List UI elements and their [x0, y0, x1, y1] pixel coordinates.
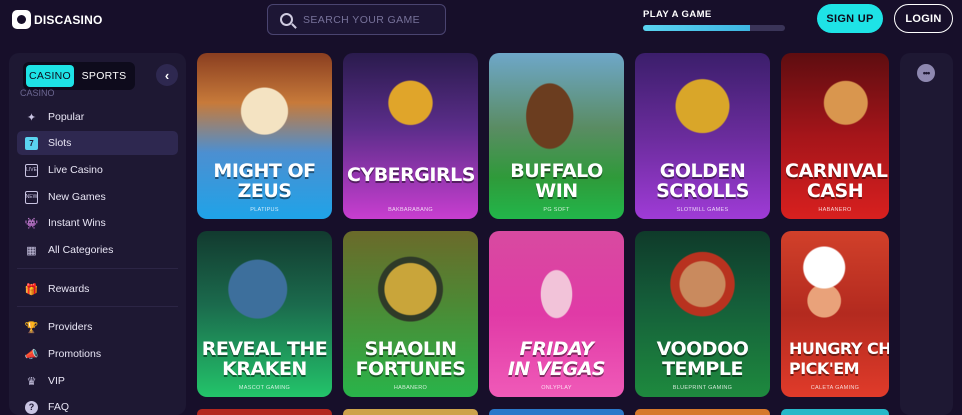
- sidebar-item-label: VIP: [48, 375, 65, 387]
- game-provider: HABANERO: [818, 207, 852, 213]
- sidebar-item-vip[interactable]: ♛ VIP: [17, 369, 178, 393]
- casino-sports-tabs: CASINO SPORTS: [23, 62, 135, 90]
- sidebar-item-label: New Games: [48, 191, 106, 203]
- gift-icon: 🎁: [24, 283, 39, 296]
- game-title: REVEAL THE KRAKEN: [201, 338, 328, 380]
- game-provider: SLOTMILL GAMES: [676, 207, 729, 213]
- game-card-cybergirls[interactable]: CYBERGIRLS BAKBARABANG: [343, 53, 478, 219]
- search-input[interactable]: SEARCH YOUR GAME: [267, 4, 446, 35]
- game-title: BUFFALO WIN: [510, 160, 603, 202]
- sidebar-item-promotions[interactable]: 📣 Promotions: [17, 342, 178, 366]
- game-card-shaolin-fortunes[interactable]: SHAOLIN FORTUNES HABANERO: [343, 231, 478, 397]
- sidebar-item-providers[interactable]: 🏆 Providers: [17, 315, 178, 339]
- game-provider: BLUEPRINT GAMING: [672, 385, 733, 391]
- game-provider: PLATIPUS: [250, 207, 279, 213]
- game-card-partial[interactable]: [197, 409, 332, 415]
- search-placeholder: SEARCH YOUR GAME: [303, 13, 421, 26]
- trophy-icon: 🏆: [24, 321, 39, 334]
- game-title: HUNGRY CHE PICK'EM: [789, 339, 889, 378]
- sidebar-item-label: Popular: [48, 111, 85, 123]
- sign-up-button[interactable]: SIGN UP: [817, 4, 883, 33]
- game-grid: MIGHT OF ZEUS PLATIPUS CYBERGIRLS BAKBAR…: [197, 53, 889, 415]
- sidebar-item-label: Instant Wins: [48, 217, 106, 229]
- game-card-reveal-the-kraken[interactable]: REVEAL THE KRAKEN MASCOT GAMING: [197, 231, 332, 397]
- game-provider: HABANERO: [393, 385, 428, 391]
- sidebar-item-label: Providers: [48, 321, 93, 333]
- game-provider: PG SOFT: [543, 207, 570, 213]
- sidebar-item-label: Rewards: [48, 283, 90, 295]
- megaphone-icon: 📣: [24, 348, 39, 361]
- game-art: [343, 53, 478, 219]
- sidebar-item-all-categories[interactable]: ▦ All Categories: [17, 238, 178, 262]
- progress-bar: [643, 25, 785, 31]
- sidebar: CASINO SPORTS ‹ CASINO ✦ Popular 7 Slots…: [9, 53, 186, 415]
- game-card-friday-in-vegas[interactable]: FRIDAY IN VEGAS ONLYPLAY: [489, 231, 624, 397]
- sidebar-item-label: FAQ: [48, 401, 70, 413]
- right-panel: •••: [900, 53, 953, 415]
- game-card-hungry-chef-pickem[interactable]: HUNGRY CHE PICK'EM CALETA GAMING: [781, 231, 889, 397]
- section-label: CASINO: [20, 88, 55, 98]
- divider: [17, 268, 178, 269]
- sidebar-item-label: Live Casino: [48, 164, 103, 176]
- top-bar: DISCASINO SEARCH YOUR GAME PLAY A GAME S…: [0, 0, 962, 40]
- crown-icon: ♛: [26, 375, 37, 388]
- game-card-partial[interactable]: [489, 409, 624, 415]
- tab-casino[interactable]: CASINO: [26, 65, 74, 87]
- live-icon: LIVE: [25, 163, 38, 177]
- game-provider: MASCOT GAMING: [238, 385, 291, 391]
- game-title: FRIDAY IN VEGAS: [507, 338, 606, 380]
- play-label: PLAY A GAME: [643, 9, 712, 20]
- collapse-sidebar-button[interactable]: ‹: [156, 64, 178, 86]
- divider: [17, 306, 178, 307]
- sidebar-item-new-games[interactable]: NEW New Games: [17, 185, 178, 209]
- slot-machine-icon: 7: [25, 136, 38, 150]
- game-title: MIGHT OF ZEUS: [213, 160, 316, 202]
- sidebar-item-faq[interactable]: ? FAQ: [17, 395, 178, 415]
- progress-fill: [643, 25, 750, 31]
- grid-icon: ▦: [26, 244, 37, 257]
- game-title: CARNIVAL CASH: [785, 160, 888, 202]
- game-provider: ONLYPLAY: [541, 385, 572, 391]
- game-card-golden-scrolls[interactable]: GOLDEN SCROLLS SLOTMILL GAMES: [635, 53, 770, 219]
- game-provider: CALETA GAMING: [810, 385, 860, 391]
- play-progress: PLAY A GAME: [643, 9, 785, 31]
- sidebar-item-instant-wins[interactable]: 👾 Instant Wins: [17, 211, 178, 235]
- game-card-partial[interactable]: [635, 409, 770, 415]
- question-icon: ?: [25, 400, 38, 414]
- logo[interactable]: DISCASINO: [12, 10, 102, 29]
- game-title: VOODOO TEMPLE: [656, 338, 749, 380]
- game-card-carnival-cash[interactable]: CARNIVAL CASH HABANERO: [781, 53, 889, 219]
- game-card-buffalo-win[interactable]: BUFFALO WIN PG SOFT: [489, 53, 624, 219]
- chat-icon[interactable]: •••: [917, 64, 935, 82]
- login-button[interactable]: LOGIN: [894, 4, 953, 33]
- game-card-partial[interactable]: [343, 409, 478, 415]
- game-provider: BAKBARABANG: [388, 207, 433, 213]
- sidebar-item-label: Promotions: [48, 348, 102, 360]
- game-card-might-of-zeus[interactable]: MIGHT OF ZEUS PLATIPUS: [197, 53, 332, 219]
- sidebar-item-popular[interactable]: ✦ Popular: [17, 105, 178, 129]
- invader-icon: 👾: [24, 217, 39, 230]
- new-badge-icon: NEW: [25, 190, 38, 204]
- sidebar-item-slots[interactable]: 7 Slots: [17, 131, 178, 155]
- sidebar-item-label: Slots: [48, 137, 72, 149]
- sidebar-item-live-casino[interactable]: LIVE Live Casino: [17, 158, 178, 182]
- game-title: CYBERGIRLS: [347, 164, 475, 186]
- sparkle-icon: ✦: [26, 111, 37, 124]
- logo-mark-icon: [12, 10, 31, 29]
- tab-sports[interactable]: SPORTS: [78, 65, 130, 87]
- game-title: GOLDEN SCROLLS: [656, 160, 749, 202]
- sidebar-item-label: All Categories: [48, 244, 114, 256]
- game-title: SHAOLIN FORTUNES: [355, 338, 466, 380]
- search-icon: [280, 13, 293, 26]
- game-card-voodoo-temple[interactable]: VOODOO TEMPLE BLUEPRINT GAMING: [635, 231, 770, 397]
- sidebar-item-rewards[interactable]: 🎁 Rewards: [17, 277, 178, 301]
- chevron-left-icon: ‹: [164, 67, 170, 83]
- logo-text: DISCASINO: [34, 12, 103, 27]
- game-card-partial[interactable]: [781, 409, 889, 415]
